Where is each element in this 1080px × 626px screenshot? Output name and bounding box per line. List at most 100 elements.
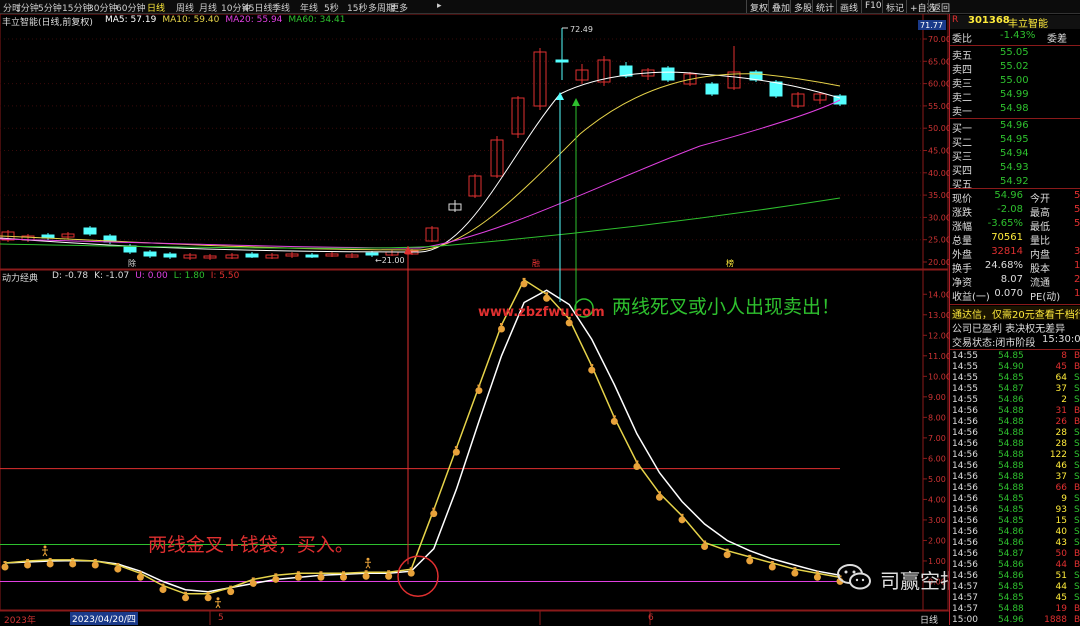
stat-label: 收益(一) <box>952 292 990 303</box>
wechat-icon <box>837 564 871 590</box>
period-tab-12[interactable]: 年线 <box>300 1 318 14</box>
ind-ytick-8: 6.00 <box>928 454 946 463</box>
low-label: ←21.00 <box>375 256 405 265</box>
moneybag-icon <box>497 325 505 333</box>
toolbar-btn-6[interactable]: 标记 <box>882 0 907 14</box>
moneybag-icon <box>723 551 731 559</box>
tick-row: 14:56 54.86 44 B <box>950 560 1080 571</box>
period-tab-13[interactable]: 5秒 <box>324 1 339 14</box>
promo-row[interactable]: 通达信，仅需20元查看千档行 <box>950 306 1080 321</box>
stat-value-2: 5 <box>1074 190 1080 201</box>
kline-ytick-0: 70.00 <box>928 35 949 44</box>
stat-label-2: 股本 <box>1030 264 1050 275</box>
tick-time: 14:55 <box>952 351 978 361</box>
moneybag-icon <box>159 586 167 594</box>
tick-time: 14:57 <box>952 582 978 592</box>
period-tab-5[interactable]: 60分钟 <box>116 1 145 14</box>
axis-year: 2023年 <box>4 616 36 626</box>
period-tab-8[interactable]: 月线 <box>199 1 217 14</box>
period-tab-10[interactable]: 45日线 <box>243 1 272 14</box>
ind-ytick-1: 13.00 <box>928 311 949 320</box>
bid-row-3: 买三 54.94 <box>950 148 1080 163</box>
tick-side: S <box>1074 527 1080 537</box>
notice-row: 公司已盈利 表决权无差异 <box>950 320 1080 335</box>
tick-price: 54.85 <box>998 582 1024 592</box>
stat-label-2: 内盘 <box>1030 250 1050 261</box>
tick-volume: 66 <box>1055 483 1067 493</box>
candle-body <box>83 227 97 235</box>
stat-value: 0.070 <box>994 288 1023 299</box>
tick-price: 54.88 <box>998 439 1024 449</box>
tick-side: B <box>1074 483 1080 493</box>
ind-ytick-11: 3.00 <box>928 516 946 525</box>
bid-row-1: 买一 54.96 <box>950 120 1080 135</box>
period-tab-6[interactable]: 日线 <box>147 1 165 14</box>
sell-arrow-b-icon <box>572 98 580 106</box>
period-tab-11[interactable]: 季线 <box>272 1 290 14</box>
stat-value: 24.68% <box>984 260 1023 271</box>
tick-price: 54.88 <box>998 450 1024 460</box>
sell-arrow-a-icon <box>556 92 564 100</box>
promo-text: 通达信，仅需20元查看千档行 <box>952 310 1080 321</box>
tick-row: 14:56 54.88 66 B <box>950 483 1080 494</box>
ind-ytick-7: 7.00 <box>928 434 946 443</box>
tick-side: S <box>1074 450 1080 460</box>
stat-row-0: 现价 54.96 今开 5 <box>950 190 1080 205</box>
ind-ytick-12: 2.00 <box>928 536 946 545</box>
toolbar-btn-4[interactable]: 画线 <box>836 0 861 14</box>
tick-side: S <box>1074 505 1080 515</box>
ratio-row: 委比 -1.43% 委差 <box>950 30 1080 45</box>
more-arrow-icon[interactable]: ▸ <box>437 1 442 11</box>
toolbar-btn-8[interactable]: 返回 <box>928 0 953 14</box>
period-tab-16[interactable]: 更多 <box>390 1 408 14</box>
period-tab-2[interactable]: 5分钟 <box>38 1 62 14</box>
kline-frame <box>0 14 949 270</box>
tick-row: 14:55 54.90 45 B <box>950 362 1080 373</box>
tick-side: S <box>1074 571 1080 581</box>
tick-price: 54.88 <box>998 472 1024 482</box>
tick-price: 54.88 <box>998 483 1024 493</box>
ind-ytick-4: 10.00 <box>928 372 949 381</box>
axis-period[interactable]: 日线 <box>920 613 938 626</box>
tick-row: 14:55 54.85 8 B <box>950 351 1080 362</box>
period-tab-14[interactable]: 15秒 <box>347 1 367 14</box>
stat-label: 外盘 <box>952 250 972 261</box>
moneybag-icon <box>340 573 348 581</box>
tick-side: S <box>1074 516 1080 526</box>
ma-line-1 <box>0 73 841 251</box>
kline-ytick-9: 25.00 <box>928 236 949 245</box>
tick-time: 14:56 <box>952 417 978 427</box>
ask-label: 卖三 <box>952 79 972 90</box>
tick-row: 14:56 54.88 37 S <box>950 472 1080 483</box>
stock-header: R 301368 丰立智能 <box>950 15 1080 30</box>
stat-value-2: 26 <box>1074 274 1080 285</box>
stat-label: 换手 <box>952 264 972 275</box>
tick-price: 54.87 <box>998 549 1024 559</box>
tick-volume: 37 <box>1055 384 1067 394</box>
tick-price: 54.85 <box>998 351 1024 361</box>
tick-volume: 15 <box>1055 516 1067 526</box>
toolbar-btn-3[interactable]: 统计 <box>812 0 837 14</box>
period-tab-7[interactable]: 周线 <box>176 1 194 14</box>
tick-volume: 122 <box>1049 450 1067 460</box>
high-label: 72.49 <box>570 25 593 34</box>
little-man-icon <box>365 557 371 569</box>
moneybag-icon <box>430 510 438 518</box>
stat-label-2: 流通 <box>1030 278 1050 289</box>
moneybag-icon <box>520 280 528 288</box>
tick-volume: 31 <box>1055 406 1067 416</box>
tick-volume: 40 <box>1055 527 1067 537</box>
period-tab-4[interactable]: 30分钟 <box>88 1 117 14</box>
ma-label-1: MA10: 59.40 <box>162 15 220 25</box>
indicator-frame <box>0 269 949 611</box>
moneybag-icon <box>746 557 754 565</box>
ma-label-2: MA20: 55.94 <box>225 15 283 25</box>
tick-volume: 2 <box>1061 395 1067 405</box>
tick-side: S <box>1074 461 1080 471</box>
tick-time: 14:55 <box>952 362 978 372</box>
ma-legend: MA5: 57.19 MA10: 59.40 MA20: 55.94 MA60: 34… <box>105 15 351 25</box>
stat-label: 涨跌 <box>952 208 972 219</box>
tick-row: 14:56 54.88 28 S <box>950 428 1080 439</box>
period-tab-1[interactable]: 1分钟 <box>15 1 39 14</box>
indicator-value-4: I: 5.50 <box>210 271 240 281</box>
